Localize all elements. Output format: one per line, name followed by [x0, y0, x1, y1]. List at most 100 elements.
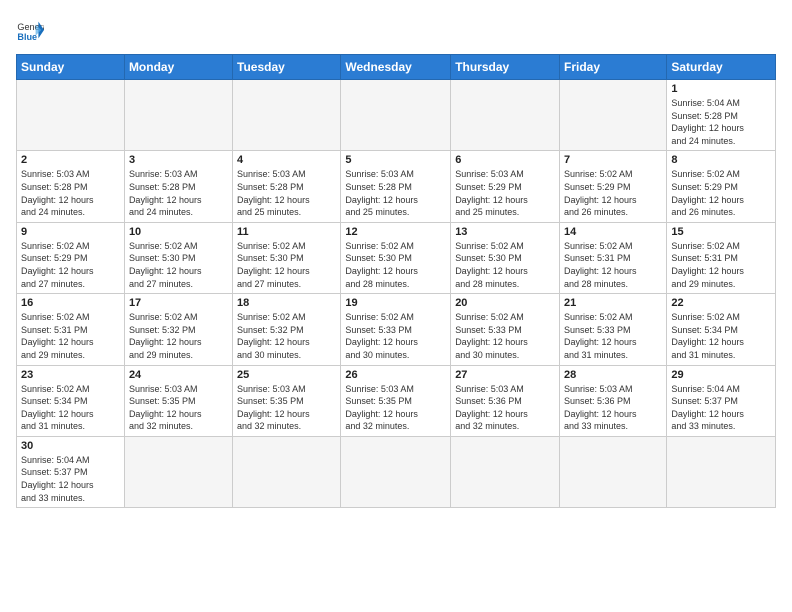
day-info: Sunrise: 5:02 AM Sunset: 5:33 PM Dayligh… — [564, 311, 662, 361]
day-number: 17 — [129, 297, 228, 309]
day-info: Sunrise: 5:04 AM Sunset: 5:28 PM Dayligh… — [671, 97, 771, 147]
calendar-day-26: 26 Sunrise: 5:03 AM Sunset: 5:35 PM Dayli… — [341, 365, 451, 436]
day-number: 18 — [237, 297, 336, 309]
calendar-day-29: 29 Sunrise: 5:04 AM Sunset: 5:37 PM Dayli… — [667, 365, 776, 436]
calendar-empty-cell — [451, 436, 560, 507]
calendar-day-6: 6 Sunrise: 5:03 AM Sunset: 5:29 PM Daylig… — [451, 151, 560, 222]
day-info: Sunrise: 5:03 AM Sunset: 5:28 PM Dayligh… — [21, 168, 120, 218]
day-info: Sunrise: 5:04 AM Sunset: 5:37 PM Dayligh… — [21, 454, 120, 504]
calendar-day-1: 1 Sunrise: 5:04 AM Sunset: 5:28 PM Daylig… — [667, 80, 776, 151]
day-info: Sunrise: 5:02 AM Sunset: 5:34 PM Dayligh… — [671, 311, 771, 361]
day-info: Sunrise: 5:02 AM Sunset: 5:31 PM Dayligh… — [564, 240, 662, 290]
day-info: Sunrise: 5:03 AM Sunset: 5:29 PM Dayligh… — [455, 168, 555, 218]
weekday-header-sunday: Sunday — [17, 55, 125, 80]
calendar-empty-cell — [341, 436, 451, 507]
day-info: Sunrise: 5:03 AM Sunset: 5:28 PM Dayligh… — [129, 168, 228, 218]
calendar-empty-cell — [124, 436, 232, 507]
day-number: 13 — [455, 226, 555, 238]
calendar-day-4: 4Sunrise: 5:03 AM Sunset: 5:28 PM Daylig… — [233, 151, 341, 222]
day-info: Sunrise: 5:03 AM Sunset: 5:35 PM Dayligh… — [237, 383, 336, 433]
calendar-day-24: 24Sunrise: 5:03 AM Sunset: 5:35 PM Dayli… — [124, 365, 232, 436]
calendar-day-5: 5 Sunrise: 5:03 AM Sunset: 5:28 PM Daylig… — [341, 151, 451, 222]
page-header: General Blue — [16, 16, 776, 44]
day-number: 5 — [345, 154, 446, 166]
day-number: 19 — [345, 297, 446, 309]
weekday-header-monday: Monday — [124, 55, 232, 80]
calendar-empty-cell — [341, 80, 451, 151]
day-info: Sunrise: 5:03 AM Sunset: 5:35 PM Dayligh… — [345, 383, 446, 433]
weekday-header-tuesday: Tuesday — [233, 55, 341, 80]
calendar-day-23: 23Sunrise: 5:02 AM Sunset: 5:34 PM Dayli… — [17, 365, 125, 436]
day-number: 29 — [671, 369, 771, 381]
calendar-day-12: 12Sunrise: 5:02 AM Sunset: 5:30 PM Dayli… — [341, 222, 451, 293]
logo-icon: General Blue — [16, 16, 44, 44]
calendar-week-row: 30 Sunrise: 5:04 AM Sunset: 5:37 PM Dayli… — [17, 436, 776, 507]
svg-text:Blue: Blue — [17, 32, 37, 42]
day-info: Sunrise: 5:02 AM Sunset: 5:33 PM Dayligh… — [345, 311, 446, 361]
day-number: 9 — [21, 226, 120, 238]
day-info: Sunrise: 5:04 AM Sunset: 5:37 PM Dayligh… — [671, 383, 771, 433]
calendar-day-3: 3Sunrise: 5:03 AM Sunset: 5:28 PM Daylig… — [124, 151, 232, 222]
day-number: 12 — [345, 226, 446, 238]
day-info: Sunrise: 5:02 AM Sunset: 5:29 PM Dayligh… — [21, 240, 120, 290]
day-number: 4 — [237, 154, 336, 166]
day-info: Sunrise: 5:02 AM Sunset: 5:33 PM Dayligh… — [455, 311, 555, 361]
day-info: Sunrise: 5:02 AM Sunset: 5:30 PM Dayligh… — [455, 240, 555, 290]
day-number: 15 — [671, 226, 771, 238]
calendar-empty-cell — [451, 80, 560, 151]
calendar-day-15: 15 Sunrise: 5:02 AM Sunset: 5:31 PM Dayli… — [667, 222, 776, 293]
day-info: Sunrise: 5:02 AM Sunset: 5:31 PM Dayligh… — [21, 311, 120, 361]
day-number: 1 — [671, 83, 771, 95]
day-info: Sunrise: 5:03 AM Sunset: 5:36 PM Dayligh… — [455, 383, 555, 433]
day-info: Sunrise: 5:03 AM Sunset: 5:28 PM Dayligh… — [345, 168, 446, 218]
calendar-day-8: 8 Sunrise: 5:02 AM Sunset: 5:29 PM Daylig… — [667, 151, 776, 222]
day-number: 20 — [455, 297, 555, 309]
calendar-week-row: 1 Sunrise: 5:04 AM Sunset: 5:28 PM Daylig… — [17, 80, 776, 151]
day-number: 2 — [21, 154, 120, 166]
day-info: Sunrise: 5:02 AM Sunset: 5:29 PM Dayligh… — [671, 168, 771, 218]
day-number: 30 — [21, 440, 120, 452]
calendar-empty-cell — [560, 436, 667, 507]
weekday-header-saturday: Saturday — [667, 55, 776, 80]
calendar-day-2: 2 Sunrise: 5:03 AM Sunset: 5:28 PM Daylig… — [17, 151, 125, 222]
calendar-day-14: 14 Sunrise: 5:02 AM Sunset: 5:31 PM Dayli… — [560, 222, 667, 293]
day-info: Sunrise: 5:02 AM Sunset: 5:32 PM Dayligh… — [129, 311, 228, 361]
day-number: 10 — [129, 226, 228, 238]
day-number: 14 — [564, 226, 662, 238]
day-number: 21 — [564, 297, 662, 309]
calendar-day-16: 16Sunrise: 5:02 AM Sunset: 5:31 PM Dayli… — [17, 294, 125, 365]
calendar-day-7: 7 Sunrise: 5:02 AM Sunset: 5:29 PM Daylig… — [560, 151, 667, 222]
day-number: 6 — [455, 154, 555, 166]
calendar-day-17: 17 Sunrise: 5:02 AM Sunset: 5:32 PM Dayli… — [124, 294, 232, 365]
day-info: Sunrise: 5:02 AM Sunset: 5:31 PM Dayligh… — [671, 240, 771, 290]
calendar-empty-cell — [560, 80, 667, 151]
day-info: Sunrise: 5:02 AM Sunset: 5:32 PM Dayligh… — [237, 311, 336, 361]
calendar-day-11: 11Sunrise: 5:02 AM Sunset: 5:30 PM Dayli… — [233, 222, 341, 293]
logo: General Blue — [16, 16, 44, 44]
weekday-header-row: SundayMondayTuesdayWednesdayThursdayFrid… — [17, 55, 776, 80]
calendar-table: SundayMondayTuesdayWednesdayThursdayFrid… — [16, 54, 776, 508]
day-info: Sunrise: 5:02 AM Sunset: 5:34 PM Dayligh… — [21, 383, 120, 433]
day-number: 27 — [455, 369, 555, 381]
calendar-day-19: 19 Sunrise: 5:02 AM Sunset: 5:33 PM Dayli… — [341, 294, 451, 365]
calendar-empty-cell — [233, 80, 341, 151]
calendar-day-22: 22Sunrise: 5:02 AM Sunset: 5:34 PM Dayli… — [667, 294, 776, 365]
calendar-day-21: 21 Sunrise: 5:02 AM Sunset: 5:33 PM Dayli… — [560, 294, 667, 365]
weekday-header-friday: Friday — [560, 55, 667, 80]
calendar-empty-cell — [124, 80, 232, 151]
day-number: 25 — [237, 369, 336, 381]
calendar-day-25: 25 Sunrise: 5:03 AM Sunset: 5:35 PM Dayli… — [233, 365, 341, 436]
day-info: Sunrise: 5:02 AM Sunset: 5:29 PM Dayligh… — [564, 168, 662, 218]
calendar-empty-cell — [17, 80, 125, 151]
calendar-day-30: 30 Sunrise: 5:04 AM Sunset: 5:37 PM Dayli… — [17, 436, 125, 507]
day-number: 8 — [671, 154, 771, 166]
day-number: 28 — [564, 369, 662, 381]
day-number: 7 — [564, 154, 662, 166]
day-number: 26 — [345, 369, 446, 381]
calendar-week-row: 23Sunrise: 5:02 AM Sunset: 5:34 PM Dayli… — [17, 365, 776, 436]
calendar-empty-cell — [233, 436, 341, 507]
calendar-week-row: 16Sunrise: 5:02 AM Sunset: 5:31 PM Dayli… — [17, 294, 776, 365]
calendar-day-20: 20 Sunrise: 5:02 AM Sunset: 5:33 PM Dayli… — [451, 294, 560, 365]
weekday-header-wednesday: Wednesday — [341, 55, 451, 80]
day-number: 24 — [129, 369, 228, 381]
